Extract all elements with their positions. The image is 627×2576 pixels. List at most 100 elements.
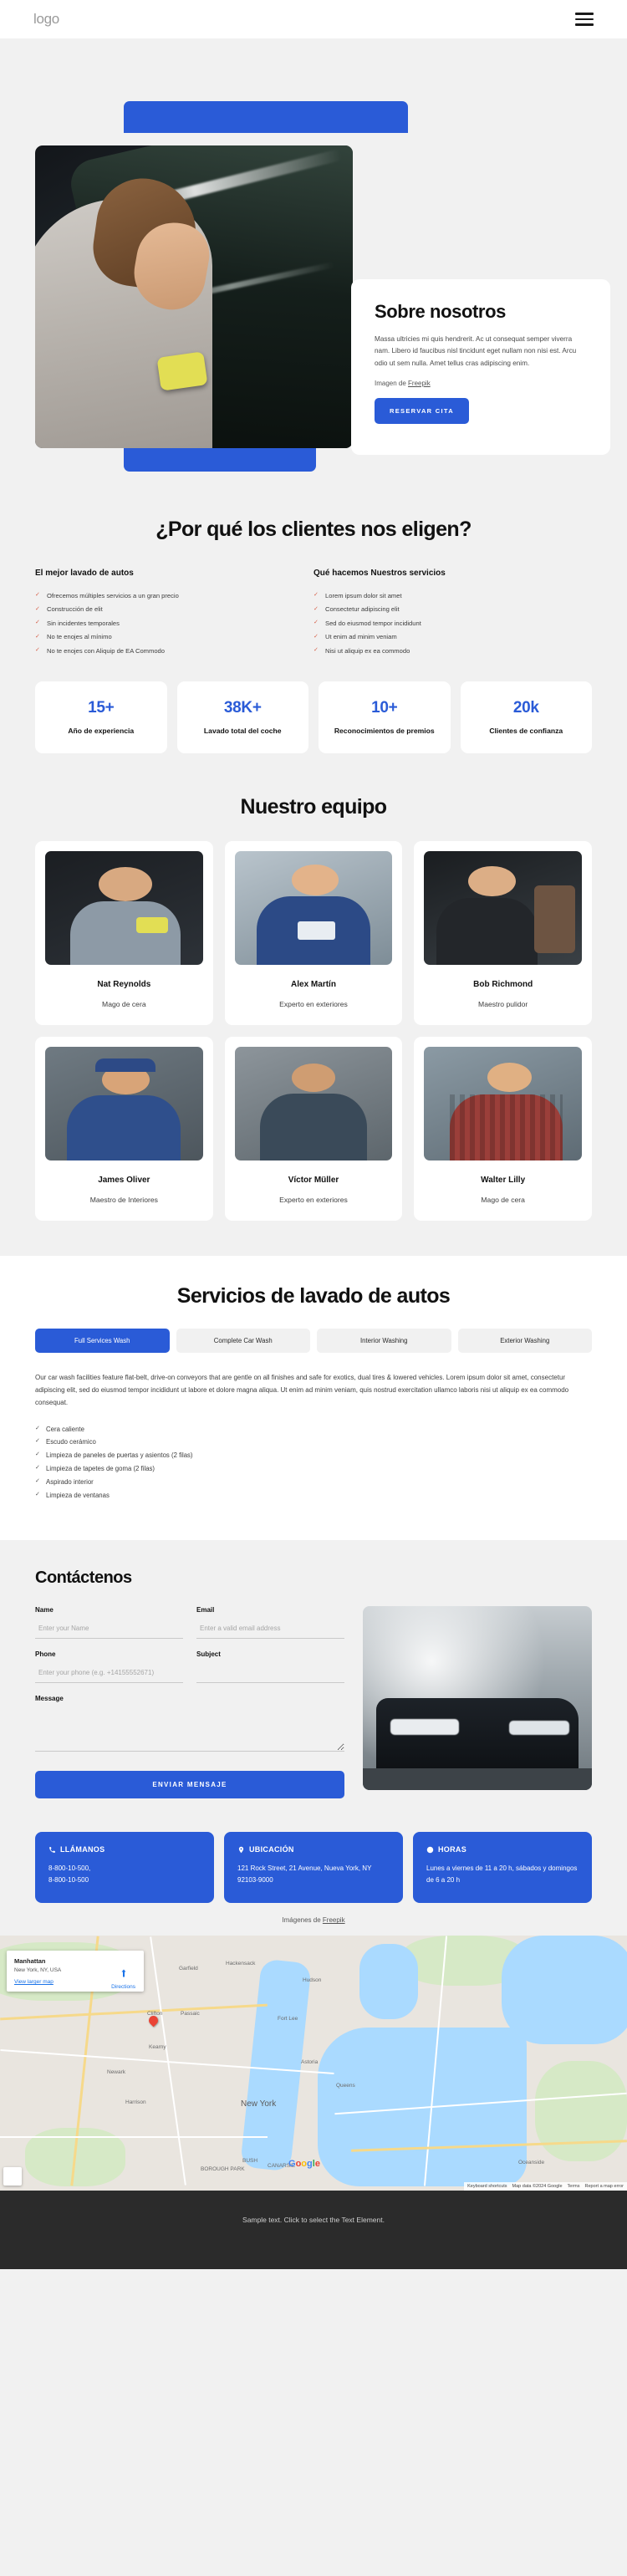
tab-exterior-washing[interactable]: Exterior Washing <box>457 1328 592 1353</box>
stat-value: 38K+ <box>223 698 262 717</box>
team-member-photo <box>234 1046 393 1160</box>
tab-interior-washing[interactable]: Interior Washing <box>317 1328 451 1353</box>
info-card-hours: HORAS Lunes a viernes de 11 a 20 h, sába… <box>413 1832 592 1904</box>
name-input[interactable] <box>35 1621 183 1640</box>
list-item: Sin incidentes temporales <box>35 616 292 630</box>
map-attr-item: Map data ©2024 Google <box>512 2184 563 2190</box>
map-label: Kearny <box>149 2044 166 2051</box>
map-attr-item[interactable]: Report a map error <box>585 2184 624 2189</box>
team-grid: Nat Reynolds Mago de cera Alex Martín Ex… <box>35 840 592 1221</box>
hero-section: Sobre nosotros Massa ultricies mi quis h… <box>0 38 627 494</box>
list-item: Escudo cerámico <box>35 1436 592 1449</box>
services-title: Servicios de lavado de autos <box>176 1283 451 1308</box>
info-card-call: LLÁMANOS 8-800-10-500, 8-800-10-500 <box>35 1832 214 1904</box>
map-directions-button[interactable]: Directions <box>111 1967 135 1990</box>
why-column-right: Qué hacemos Nuestros servicios Lorem ips… <box>314 569 592 658</box>
send-message-button[interactable]: ENVIAR MENSAJE <box>35 1771 344 1799</box>
info-card-location: UBICACIÓN 121 Rock Street, 21 Avenue, Nu… <box>224 1832 403 1904</box>
google-logo: Google <box>288 2159 320 2170</box>
list-item: Cera caliente <box>35 1423 592 1436</box>
message-label: Message <box>35 1695 64 1703</box>
field-name: Name <box>35 1606 183 1640</box>
team-member-card[interactable]: Nat Reynolds Mago de cera <box>35 840 213 1025</box>
stat-card: 15+ Año de experiencia <box>35 681 167 753</box>
map-label: BOROUGH PARK <box>201 2166 245 2173</box>
stat-value: 15+ <box>88 698 115 717</box>
map-place-title: Manhattan <box>14 1957 46 1966</box>
contact-form: Name Email Phone Subject <box>35 1606 344 1799</box>
services-tabs: Full Services Wash Complete Car Wash Int… <box>35 1328 592 1353</box>
team-member-photo <box>234 850 393 965</box>
stat-value: 20k <box>512 698 539 717</box>
team-member-card[interactable]: James Oliver Maestro de Interiores <box>35 1036 213 1221</box>
stat-card: 38K+ Lavado total del coche <box>176 681 308 753</box>
email-input[interactable] <box>196 1621 344 1640</box>
tab-complete-car-wash[interactable]: Complete Car Wash <box>176 1328 310 1353</box>
team-member-card[interactable]: Alex Martín Experto en exteriores <box>224 840 403 1025</box>
map-label: Fort Lee <box>278 2016 298 2023</box>
list-item: Ofrecemos múltiples servicios a un gran … <box>35 589 292 603</box>
list-item: Sed do eiusmod tempor incididunt <box>314 616 570 630</box>
images-credit: Imágenes de Freepik <box>0 1903 627 1936</box>
field-phone: Phone <box>35 1650 183 1684</box>
why-column-heading: Qué hacemos Nuestros servicios <box>314 569 446 578</box>
list-item: Lorem ipsum dolor sit amet <box>314 589 570 603</box>
team-member-name: Walter Lilly <box>481 1175 526 1185</box>
services-tab-panel: Our car wash facilities feature flat-bel… <box>35 1371 592 1502</box>
map-label: Astoria <box>301 2059 319 2066</box>
services-section: Servicios de lavado de autos Full Servic… <box>0 1255 627 1541</box>
hamburger-menu-icon[interactable] <box>575 13 594 26</box>
map-label: Passaic <box>181 2011 200 2017</box>
site-footer: Sample text. Click to select the Text El… <box>0 2191 627 2270</box>
info-card-title: HORAS <box>438 1845 467 1854</box>
why-list-left: Ofrecemos múltiples servicios a un gran … <box>35 589 292 658</box>
info-cards-row: LLÁMANOS 8-800-10-500, 8-800-10-500 UBIC… <box>0 1820 627 1904</box>
team-member-name: Bob Richmond <box>473 979 533 989</box>
team-member-card[interactable]: Bob Richmond Maestro pulidor <box>414 840 592 1025</box>
stat-label: Año de experiencia <box>68 726 135 735</box>
map-attr-item[interactable]: Keyboard shortcuts <box>467 2184 507 2189</box>
hero-credit-prefix: Imagen de <box>375 380 409 388</box>
footer-text[interactable]: Sample text. Click to select the Text El… <box>242 2216 385 2224</box>
map-label: Newark <box>107 2069 126 2076</box>
images-credit-prefix: Imágenes de <box>282 1916 323 1925</box>
tab-full-services-wash[interactable]: Full Services Wash <box>35 1328 170 1353</box>
location-icon <box>238 1846 244 1854</box>
about-paragraph: Massa ultricies mi quis hendrerit. Ac ut… <box>375 335 577 367</box>
team-member-card[interactable]: Víctor Müller Experto en exteriores <box>224 1036 403 1221</box>
hero-image <box>35 145 353 448</box>
hero-image-credit: Imagen de Freepik <box>375 380 587 387</box>
team-member-card[interactable]: Walter Lilly Mago de cera <box>414 1036 592 1221</box>
map-attr-item[interactable]: Terms <box>568 2184 580 2189</box>
team-member-name: Víctor Müller <box>288 1175 339 1185</box>
map-embed[interactable]: Garfield Clifton Passaic Hackensack Fort… <box>0 1936 627 2191</box>
logo[interactable]: logo <box>33 11 59 28</box>
stat-value: 10+ <box>371 698 398 717</box>
map-streetview-control[interactable] <box>3 2167 22 2186</box>
map-label: Hudson <box>303 1977 322 1984</box>
phone-input[interactable] <box>35 1665 183 1684</box>
images-credit-link[interactable]: Freepik <box>323 1916 345 1924</box>
info-card-title: LLÁMANOS <box>60 1845 105 1854</box>
hero-accent-bar-bottom <box>124 448 316 472</box>
map-label-newyork: New York <box>241 2099 277 2109</box>
message-input[interactable] <box>35 1708 344 1752</box>
team-member-photo <box>45 1046 203 1160</box>
map-info-card: Manhattan New York, NY, USA View larger … <box>7 1951 144 1992</box>
subject-input[interactable] <box>196 1665 344 1684</box>
list-item: Nisi ut aliquip ex ea commodo <box>314 644 570 658</box>
team-section: Nuestro equipo Nat Reynolds Mago de cera <box>0 786 627 1256</box>
book-appointment-button[interactable]: RESERVAR CITA <box>375 398 469 425</box>
stat-label: Lavado total del coche <box>203 726 282 735</box>
email-label: Email <box>196 1606 215 1614</box>
hero-credit-link[interactable]: Freepik <box>408 380 431 387</box>
map-label: Hackensack <box>226 1961 256 1967</box>
contact-section: Contáctenos Name Email Phone <box>0 1540 627 1821</box>
list-item: Consectetur adipiscing elit <box>314 603 570 617</box>
list-item: Limpieza de paneles de puertas y asiento… <box>35 1449 592 1462</box>
info-card-title: UBICACIÓN <box>249 1845 294 1854</box>
team-member-role: Maestro de Interiores <box>89 1195 158 1204</box>
team-member-name: Nat Reynolds <box>97 979 151 989</box>
stat-card: 10+ Reconocimientos de premios <box>319 681 451 753</box>
team-member-role: Experto en exteriores <box>279 999 348 1008</box>
